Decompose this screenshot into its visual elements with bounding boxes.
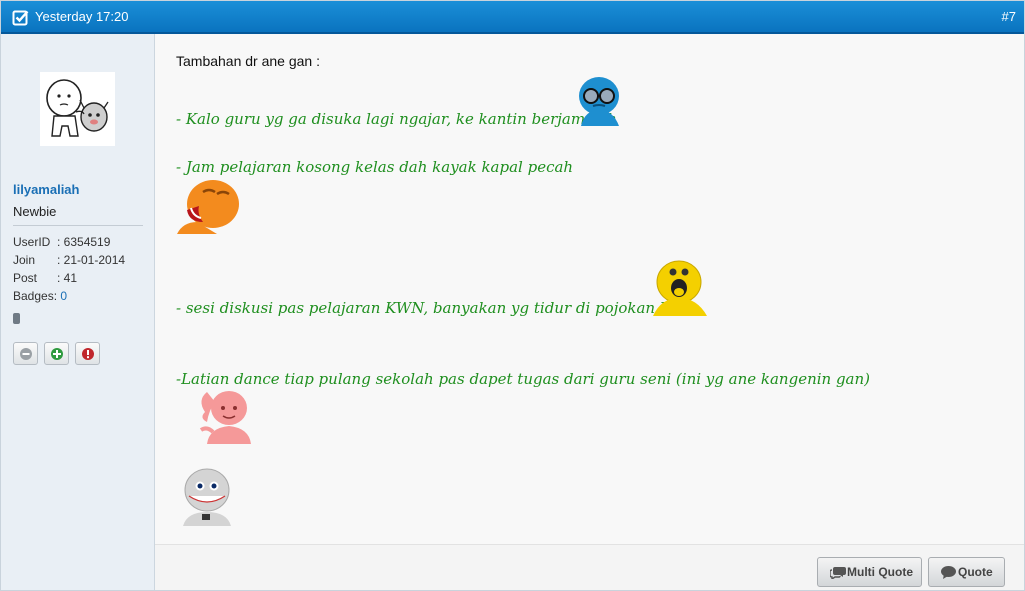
post-count-row: Post : 41 — [13, 271, 77, 285]
post-line-1: - Kalo guru yg ga disuka lagi ngajar, ke… — [176, 110, 617, 128]
online-status-icon — [13, 313, 20, 324]
multi-quote-label: Multi Quote — [847, 565, 913, 579]
speech-bubbles-icon — [830, 567, 846, 579]
post-value: : 41 — [57, 271, 78, 285]
post-label: Post — [13, 271, 38, 285]
post-header: Yesterday 17:20 #7 — [1, 1, 1024, 34]
badges-value-link[interactable]: 0 — [60, 289, 67, 303]
forum-post: Yesterday 17:20 #7 lilyamaliah Newbie Us… — [0, 0, 1025, 591]
username-link[interactable]: lilyamaliah — [13, 182, 79, 197]
userid-label: UserID — [13, 235, 51, 249]
post-footer: Multi Quote Quote — [155, 544, 1024, 590]
post-date: Yesterday 17:20 — [35, 9, 129, 24]
post-line-4: -Latian dance tiap pulang sekolah pas da… — [176, 370, 871, 388]
badges-label: Badges: — [13, 289, 58, 303]
profile-button[interactable] — [13, 342, 38, 365]
quote-button[interactable]: Quote — [928, 557, 1005, 587]
dancing-girl-emoticon — [199, 391, 251, 444]
post-content: Tambahan dr ane gan : - Kalo guru yg ga … — [155, 34, 1024, 544]
join-row: Join : 21-01-2014 — [13, 253, 125, 267]
profile-icon — [20, 348, 32, 360]
multi-quote-button[interactable]: Multi Quote — [817, 557, 922, 587]
speech-bubble-icon — [941, 566, 956, 579]
avatar[interactable] — [40, 72, 115, 146]
add-friend-icon — [51, 348, 63, 360]
user-sidebar: lilyamaliah Newbie UserID : 6354519 Join:… — [1, 34, 155, 590]
join-label: Join — [13, 253, 36, 267]
badges-row: Badges: 0 — [13, 289, 67, 303]
report-button[interactable] — [75, 342, 100, 365]
post-line-3: - sesi diskusi pas pelajaran KWN, banyak… — [176, 299, 700, 317]
post-intro: Tambahan dr ane gan : — [176, 53, 320, 69]
laughing-emoticon — [177, 180, 239, 234]
userid-value: : 6354519 — [57, 235, 111, 249]
quote-label: Quote — [958, 565, 993, 579]
user-rank: Newbie — [13, 204, 57, 219]
grinning-robot-emoticon — [183, 468, 231, 526]
cool-glasses-emoticon — [579, 77, 619, 126]
checkbox-icon — [12, 10, 29, 26]
add-friend-button[interactable] — [44, 342, 69, 365]
post-number-link[interactable]: #7 — [1002, 9, 1016, 24]
join-value: : 21-01-2014 — [57, 253, 126, 267]
shocked-emoticon — [653, 260, 707, 316]
userid-row: UserID : 6354519 — [13, 235, 110, 249]
divider — [13, 225, 143, 226]
post-line-2: - Jam pelajaran kosong kelas dah kayak k… — [176, 158, 574, 176]
report-icon — [82, 348, 94, 360]
